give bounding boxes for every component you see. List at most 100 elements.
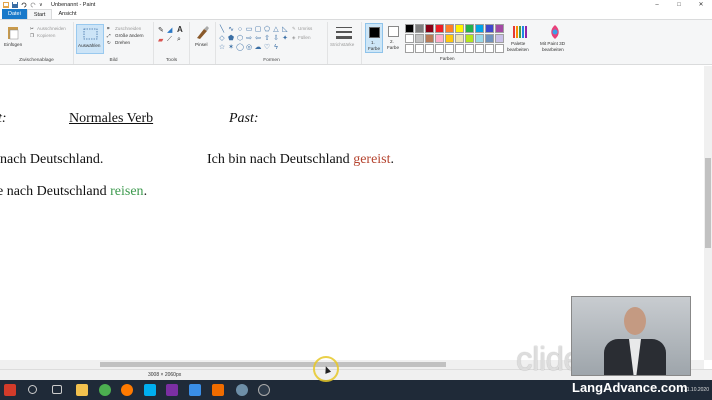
- tab-home[interactable]: Start: [26, 9, 53, 19]
- cut-button[interactable]: Ausschneiden: [37, 26, 66, 31]
- palette-swatch[interactable]: [495, 24, 504, 33]
- paint3d-label-1[interactable]: Mit Paint 3D: [540, 41, 565, 46]
- eraser-icon[interactable]: ▰: [158, 36, 163, 44]
- crop-icon[interactable]: ⌗: [107, 26, 110, 31]
- palette-swatch[interactable]: [475, 44, 484, 53]
- palette-swatch[interactable]: [485, 34, 494, 43]
- color-picker-icon[interactable]: ⟋: [167, 36, 172, 44]
- save-icon[interactable]: [12, 1, 18, 8]
- palette-swatch[interactable]: [405, 34, 414, 43]
- palette-swatch[interactable]: [465, 34, 474, 43]
- polygon-shape-icon[interactable]: ⬠: [263, 26, 271, 34]
- brush-icon[interactable]: [195, 25, 210, 40]
- edit-colors-label-1[interactable]: Palette: [511, 41, 525, 46]
- edit-colors-icon[interactable]: [512, 24, 528, 40]
- task-view-icon[interactable]: [52, 385, 62, 394]
- four-point-star-shape-icon[interactable]: ✦: [281, 35, 289, 43]
- file-explorer-icon[interactable]: [76, 384, 88, 396]
- text-tool-icon[interactable]: A: [177, 25, 183, 34]
- color2-button[interactable]: 2. Farbe: [386, 23, 402, 53]
- palette-swatch[interactable]: [445, 34, 454, 43]
- palette-swatch[interactable]: [445, 44, 454, 53]
- paste-icon[interactable]: [6, 26, 20, 40]
- right-triangle-shape-icon[interactable]: ◺: [281, 26, 289, 34]
- vertical-scrollbar[interactable]: [704, 66, 712, 360]
- skype-icon[interactable]: [144, 384, 156, 396]
- copy-button[interactable]: Kopieren: [37, 33, 55, 38]
- chrome-icon[interactable]: [99, 384, 111, 396]
- palette-swatch[interactable]: [455, 44, 464, 53]
- palette-swatch[interactable]: [455, 34, 464, 43]
- palette-swatch[interactable]: [425, 34, 434, 43]
- tab-file[interactable]: Datei: [2, 9, 27, 19]
- palette-swatch[interactable]: [415, 34, 424, 43]
- palette-swatch[interactable]: [415, 44, 424, 53]
- diamond-shape-icon[interactable]: ◇: [218, 35, 226, 43]
- search-icon[interactable]: [28, 385, 37, 394]
- obs-icon[interactable]: [258, 384, 270, 396]
- palette-swatch[interactable]: [405, 44, 414, 53]
- left-arrow-shape-icon[interactable]: ⇦: [254, 35, 262, 43]
- resize-button[interactable]: Größe ändern: [115, 33, 144, 38]
- paint3d-label-2[interactable]: bearbeiten: [542, 47, 564, 52]
- customize-quick-access-icon[interactable]: ∨: [39, 2, 45, 8]
- down-arrow-shape-icon[interactable]: ⇩: [272, 35, 280, 43]
- magnifier-icon[interactable]: ⌕: [177, 36, 181, 44]
- scissors-icon[interactable]: ✂: [30, 26, 34, 32]
- firefox-icon[interactable]: [121, 384, 133, 396]
- pentagon-shape-icon[interactable]: ⬟: [227, 35, 235, 43]
- palette-swatch[interactable]: [465, 24, 474, 33]
- resize-icon[interactable]: ⤢: [107, 33, 111, 38]
- palette-swatch[interactable]: [495, 44, 504, 53]
- search-app-icon[interactable]: [212, 384, 224, 396]
- start-app-icon[interactable]: [4, 384, 16, 396]
- undo-icon[interactable]: [21, 2, 27, 8]
- palette-swatch[interactable]: [485, 44, 494, 53]
- close-button[interactable]: ✕: [690, 0, 712, 9]
- heart-shape-icon[interactable]: ♡: [263, 44, 271, 52]
- size-button[interactable]: Strichstärke: [330, 42, 354, 47]
- crop-button[interactable]: Zuschneiden: [115, 26, 141, 31]
- color1-button[interactable]: 1. Farbe: [365, 23, 383, 53]
- palette-swatch[interactable]: [485, 24, 494, 33]
- paint-taskbar-icon[interactable]: [236, 384, 248, 396]
- line-shape-icon[interactable]: ╲: [218, 26, 226, 34]
- rotate-button[interactable]: Drehen: [115, 40, 130, 45]
- fill-bucket-icon[interactable]: ◢: [167, 26, 172, 34]
- palette-swatch[interactable]: [465, 44, 474, 53]
- rectangle-shape-icon[interactable]: ▭: [245, 26, 253, 34]
- redo-icon[interactable]: [30, 2, 36, 8]
- select-button[interactable]: Auswählen: [76, 24, 104, 54]
- palette-swatch[interactable]: [475, 24, 484, 33]
- palette-swatch[interactable]: [435, 44, 444, 53]
- right-arrow-shape-icon[interactable]: ⇨: [245, 35, 253, 43]
- palette-swatch[interactable]: [475, 34, 484, 43]
- rotate-icon[interactable]: ↻: [107, 40, 111, 46]
- hexagon-shape-icon[interactable]: ⬡: [236, 35, 244, 43]
- up-arrow-shape-icon[interactable]: ⇧: [263, 35, 271, 43]
- mail-icon[interactable]: [189, 384, 201, 396]
- palette-swatch[interactable]: [435, 24, 444, 33]
- palette-swatch[interactable]: [435, 34, 444, 43]
- tab-view[interactable]: Ansicht: [52, 9, 82, 19]
- rounded-callout-shape-icon[interactable]: ◯: [236, 44, 244, 52]
- maximize-button[interactable]: □: [668, 0, 690, 9]
- palette-swatch[interactable]: [455, 24, 464, 33]
- minimize-button[interactable]: –: [646, 0, 668, 9]
- vertical-scroll-thumb[interactable]: [705, 158, 711, 248]
- paste-button[interactable]: Einfügen: [4, 42, 22, 47]
- palette-swatch[interactable]: [425, 44, 434, 53]
- cloud-callout-shape-icon[interactable]: ☁: [254, 44, 262, 52]
- six-point-star-shape-icon[interactable]: ✶: [227, 44, 235, 52]
- lightning-shape-icon[interactable]: ϟ: [272, 44, 280, 52]
- curve-shape-icon[interactable]: ∿: [227, 26, 235, 34]
- triangle-shape-icon[interactable]: △: [272, 26, 280, 34]
- palette-swatch[interactable]: [445, 24, 454, 33]
- line-thickness-icon[interactable]: [336, 26, 352, 40]
- outline-icon[interactable]: ✎: [292, 26, 296, 32]
- brushes-button[interactable]: Pinsel: [195, 42, 208, 47]
- oval-shape-icon[interactable]: ○: [236, 26, 244, 34]
- onenote-icon[interactable]: [166, 384, 178, 396]
- pencil-icon[interactable]: ✎: [158, 26, 164, 34]
- paint3d-icon[interactable]: [548, 24, 562, 40]
